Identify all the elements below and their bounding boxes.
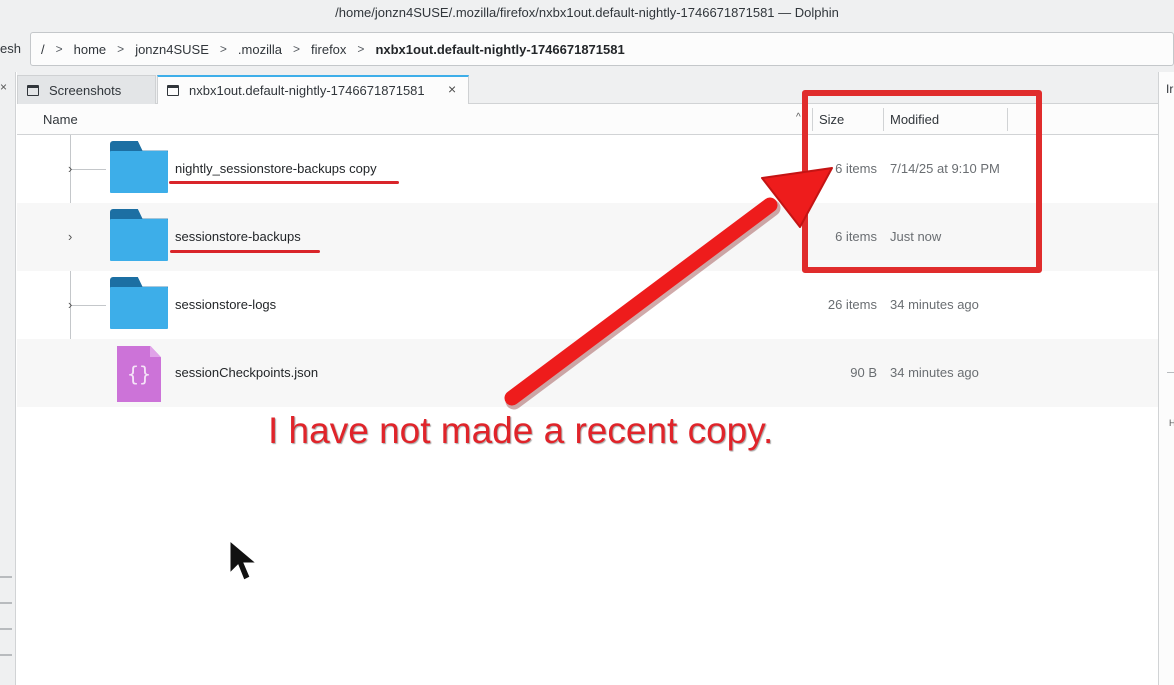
annotation-text: I have not made a recent copy.: [268, 410, 774, 451]
mouse-cursor-icon: [229, 539, 258, 581]
annotation-arrow: [229, 167, 833, 581]
